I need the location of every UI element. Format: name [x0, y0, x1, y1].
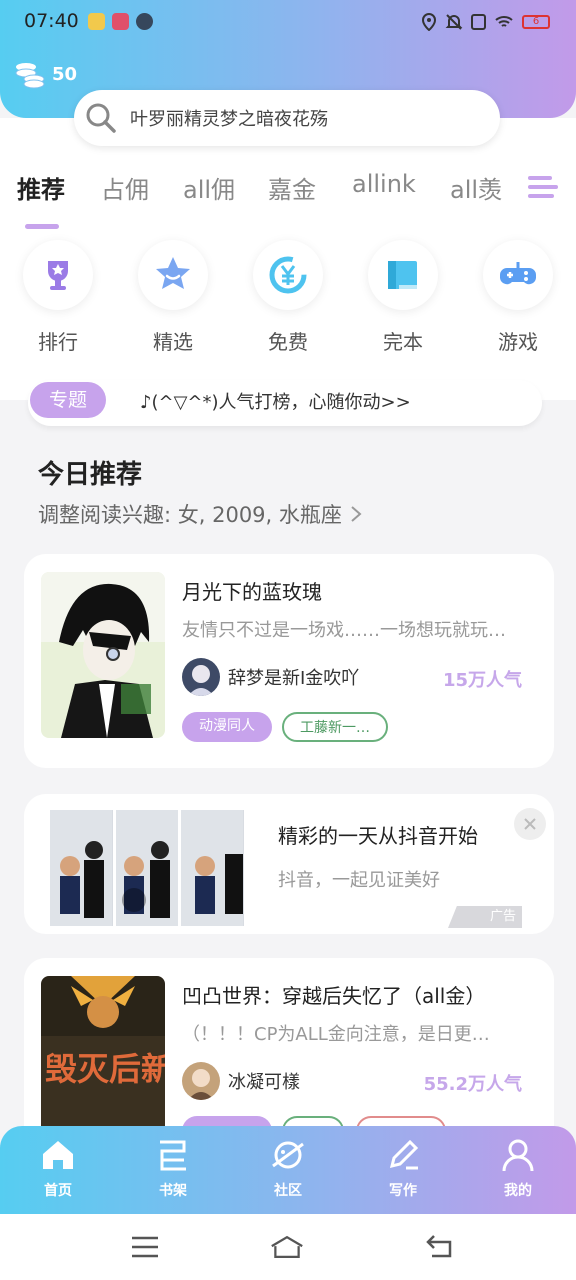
battery-icon: 6	[522, 15, 550, 29]
popularity-count: 15万人气	[442, 670, 522, 691]
quick-entry-label: 完本	[383, 330, 423, 354]
bookshelf-icon	[160, 1140, 186, 1171]
status-bar: 07:40 6	[0, 0, 576, 44]
ad-image[interactable]	[50, 810, 245, 926]
nav-label: 我的	[504, 1183, 532, 1199]
book-description: （！！！CP为ALL金向注意，是日更…	[182, 1024, 490, 1045]
quick-entry-featured[interactable]: 精选	[133, 240, 213, 355]
book-description: 友情只不过是一场戏……一场想玩就玩…	[182, 620, 506, 641]
category-tabs: 推荐 占佣 all佣 嘉金 allink all羡	[0, 170, 576, 220]
chevron-right-icon	[351, 506, 362, 522]
section-title: 今日推荐	[38, 460, 143, 490]
menu-icon[interactable]	[128, 1232, 162, 1262]
quick-entry-label: 游戏	[498, 330, 538, 354]
nav-label: 首页	[44, 1183, 72, 1199]
nav-home[interactable]: 首页	[18, 1136, 98, 1200]
topic-banner[interactable]: 专题 ♪(^▽^*)人气打榜，心随你动>>	[28, 380, 542, 426]
nav-write[interactable]: 写作	[363, 1136, 443, 1200]
status-time: 07:40	[24, 10, 79, 32]
notification-app-icon	[88, 13, 105, 30]
trophy-icon	[48, 261, 68, 290]
book-cover[interactable]: 毁灭后新生	[41, 976, 165, 1142]
tab-category[interactable]: 嘉金	[268, 170, 316, 205]
mute-bell-icon	[445, 14, 463, 30]
ad-subtitle: 抖音，一起见证美好	[278, 870, 440, 891]
author-row[interactable]: 冰凝可樣	[182, 1062, 300, 1100]
tab-category[interactable]: allink	[352, 170, 416, 198]
popularity-count: 55.2万人气	[423, 1074, 522, 1095]
ad-card[interactable]: 精彩的一天从抖音开始 抖音，一起见证美好 广告	[24, 794, 554, 934]
search-input[interactable]: 叶罗丽精灵梦之暗夜花殇	[74, 90, 500, 146]
close-ad-button[interactable]	[514, 808, 546, 840]
notification-app-icon	[136, 13, 153, 30]
active-tab-indicator	[25, 224, 59, 229]
coin-count: 50	[52, 63, 78, 85]
quick-entry-label: 免费	[268, 330, 308, 354]
search-placeholder: 叶罗丽精灵梦之暗夜花殇	[130, 109, 328, 130]
avatar	[182, 658, 220, 696]
cover-title: 毁灭后新生	[45, 1050, 165, 1088]
quick-entry-label: 精选	[153, 330, 193, 354]
coins-icon	[15, 63, 45, 89]
book-icon	[388, 261, 417, 289]
sim-icon	[471, 14, 486, 30]
ad-title[interactable]: 精彩的一天从抖音开始	[278, 820, 478, 849]
coin-balance[interactable]: 50	[14, 58, 77, 90]
quick-entry-free[interactable]: 免费	[248, 240, 328, 355]
nav-bookshelf[interactable]: 书架	[133, 1136, 213, 1200]
book-tag[interactable]: 工藤新一…	[282, 712, 388, 742]
nav-profile[interactable]: 我的	[478, 1136, 558, 1200]
author-name: 辞梦是新I金吹吖	[228, 668, 360, 689]
tab-recommend[interactable]: 推荐	[17, 170, 65, 205]
home-icon	[43, 1141, 73, 1169]
nav-label: 社区	[274, 1183, 302, 1199]
close-icon	[524, 818, 536, 830]
quick-entry-ranking[interactable]: 排行	[18, 240, 98, 355]
topic-text: ♪(^▽^*)人气打榜，心随你动>>	[140, 392, 411, 413]
topic-badge: 专题	[30, 382, 106, 418]
system-nav-bar	[0, 1214, 576, 1280]
nav-community[interactable]: 社区	[248, 1136, 328, 1200]
back-icon[interactable]	[424, 1232, 458, 1262]
yuan-icon	[269, 256, 307, 294]
user-icon	[502, 1139, 534, 1172]
reading-interest-link[interactable]: 调整阅读兴趣: 女, 2009, 水瓶座	[38, 499, 362, 529]
gamepad-icon	[500, 262, 536, 285]
book-card[interactable]: 月光下的蓝玫瑰 友情只不过是一场戏……一场想玩就玩… 辞梦是新I金吹吖 15万人…	[24, 554, 554, 768]
book-cover[interactable]	[41, 572, 165, 738]
wifi-icon	[495, 16, 513, 27]
nav-label: 写作	[389, 1183, 417, 1199]
quick-entry-completed[interactable]: 完本	[363, 240, 443, 355]
home-button-icon[interactable]	[270, 1232, 304, 1262]
tab-menu-icon[interactable]	[526, 172, 560, 206]
reading-interest-text: 调整阅读兴趣: 女, 2009, 水瓶座	[38, 503, 342, 527]
author-row[interactable]: 辞梦是新I金吹吖	[182, 658, 359, 696]
avatar	[182, 1062, 220, 1100]
pencil-icon	[389, 1139, 419, 1170]
nav-label: 书架	[159, 1183, 187, 1199]
location-icon	[421, 13, 437, 31]
ad-label: 广告	[448, 906, 522, 928]
book-tag[interactable]: 动漫同人	[182, 712, 272, 742]
tab-category[interactable]: all佣	[183, 170, 235, 205]
tab-category[interactable]: 占佣	[101, 170, 149, 205]
author-name: 冰凝可樣	[228, 1072, 300, 1093]
planet-icon	[272, 1141, 304, 1169]
search-icon	[86, 103, 116, 133]
book-title[interactable]: 凹凸世界：穿越后失忆了（all金）	[182, 980, 485, 1009]
quick-entry-label: 排行	[38, 330, 78, 354]
quick-entry-games[interactable]: 游戏	[478, 240, 558, 355]
notification-app-icon	[112, 13, 129, 30]
star-icon	[156, 257, 190, 289]
bottom-navigation: 首页 书架 社区 写作 我的	[0, 1126, 576, 1214]
tab-category[interactable]: all羡	[450, 170, 502, 205]
book-title[interactable]: 月光下的蓝玫瑰	[182, 576, 322, 605]
